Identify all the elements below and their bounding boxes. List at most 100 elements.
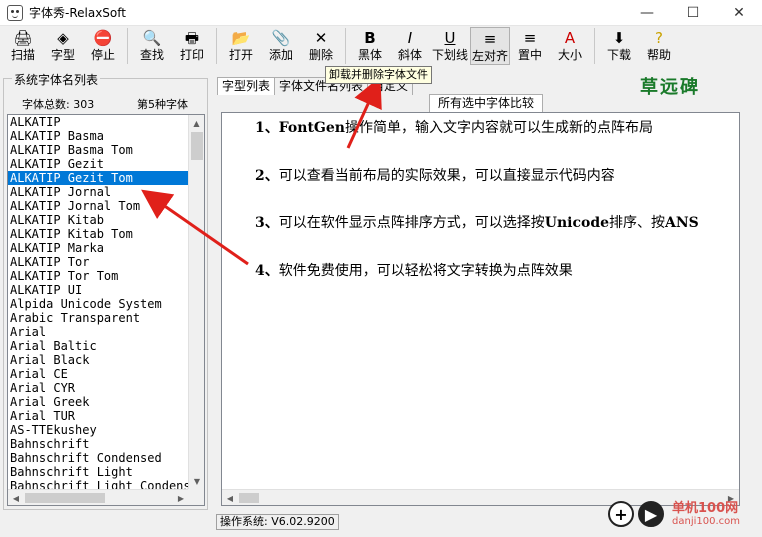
bold-label: 黑体 <box>357 48 382 62</box>
scroll-left-icon[interactable]: ◀ <box>8 490 24 505</box>
paragraph-bold: Unicode <box>544 215 610 231</box>
underline-icon: U <box>444 29 456 47</box>
center-button[interactable]: ≡ 置中 <box>510 27 550 65</box>
scroll-up-icon[interactable]: ▲ <box>189 115 204 131</box>
stop-button[interactable]: ⛔ 停止 <box>83 27 123 65</box>
scroll-right-icon[interactable]: ▶ <box>173 490 189 505</box>
paragraph-bold: FontGen <box>278 120 345 136</box>
paragraph-bold: ANS <box>665 215 699 231</box>
align-left-label: 左对齐 <box>471 49 508 63</box>
font-list-item[interactable]: ALKATIP Basma <box>8 129 189 143</box>
scroll-left-icon[interactable]: ◀ <box>222 490 238 505</box>
font-list-item[interactable]: ALKATIP Kitab <box>8 213 189 227</box>
font-list-item[interactable]: Bahnschrift Light <box>8 465 189 479</box>
size-label: 大小 <box>557 48 582 62</box>
font-list-item[interactable]: ALKATIP Basma Tom <box>8 143 189 157</box>
font-list-item[interactable]: Arial CE <box>8 367 189 381</box>
font-list-item[interactable]: ALKATIP Tor <box>8 255 189 269</box>
stop-label: 停止 <box>90 48 115 62</box>
font-list-item[interactable]: Bahnschrift <box>8 437 189 451</box>
font-list-item[interactable]: Arabic Transparent <box>8 311 189 325</box>
font-list-item[interactable]: ALKATIP Jornal Tom <box>8 199 189 213</box>
horizontal-scrollbar[interactable]: ◀ ▶ <box>8 489 189 505</box>
font-list-item[interactable]: ALKATIP Jornal <box>8 185 189 199</box>
font-list-item[interactable]: Arial CYR <box>8 381 189 395</box>
download-button[interactable]: ⬇ 下载 <box>599 27 639 65</box>
watermark-cn: 单机100网 <box>672 500 739 516</box>
toolbar-separator <box>127 28 128 64</box>
paragraph-text: 可以在软件显示点阵排序方式，可以选择按 <box>278 215 545 231</box>
add-button[interactable]: 📎 添加 <box>261 27 301 65</box>
minimize-button[interactable]: — <box>624 0 670 26</box>
font-listbox[interactable]: ALKATIP ALKATIP Basma ALKATIP Basma Tom ALK… <box>7 114 205 506</box>
toolbar-separator <box>594 28 595 64</box>
scroll-corner <box>188 489 204 505</box>
scan-label: 扫描 <box>10 48 35 62</box>
hscroll-thumb[interactable] <box>239 493 259 503</box>
font-list-item[interactable]: Bahnschrift Condensed <box>8 451 189 465</box>
font-list-item[interactable]: Bahnschrift Light Condensed <box>8 479 189 489</box>
italic-label: 斜体 <box>397 48 422 62</box>
font-list-item[interactable]: Arial Greek <box>8 395 189 409</box>
font-list-item[interactable]: ALKATIP UI <box>8 283 189 297</box>
paperclip-icon: 📎 <box>271 29 291 47</box>
find-button[interactable]: 🔍 查找 <box>132 27 172 65</box>
font-list-items: ALKATIP ALKATIP Basma ALKATIP Basma Tom ALK… <box>8 115 189 489</box>
font-list-item[interactable]: Arial <box>8 325 189 339</box>
font-list-item[interactable]: Arial Baltic <box>8 339 189 353</box>
plus-circle-icon: + <box>608 501 634 527</box>
bold-button[interactable]: B 黑体 <box>350 27 390 65</box>
maximize-button[interactable]: ☐ <box>670 0 716 26</box>
os-status: 操作系统: V6.02.9200 <box>216 514 339 530</box>
delete-x-icon: ✕ <box>314 29 328 47</box>
italic-button[interactable]: I 斜体 <box>390 27 430 65</box>
font-index-label: 第5种字体 <box>137 98 188 111</box>
underline-button[interactable]: U 下划线 <box>430 27 470 65</box>
font-list-item[interactable]: ALKATIP Kitab Tom <box>8 227 189 241</box>
font-button[interactable]: ◈ 字型 <box>43 27 83 65</box>
align-left-button[interactable]: ≡ 左对齐 <box>470 27 510 65</box>
tab-compare-selected[interactable]: 所有选中字体比较 <box>429 94 544 112</box>
font-list-item[interactable]: ALKATIP Marka <box>8 241 189 255</box>
close-button[interactable]: ✕ <box>716 0 762 26</box>
paragraph-number: 1、 <box>255 120 279 136</box>
download-icon: ⬇ <box>612 29 626 47</box>
paragraph-3: 3、可以在软件显示点阵排序方式，可以选择按Unicode排序、按ANS <box>255 212 699 232</box>
group-title: 系统字体名列表 <box>12 71 101 88</box>
font-list-item[interactable]: ALKATIP Gezit <box>8 157 189 171</box>
font-list-item[interactable]: Alpida Unicode System <box>8 297 189 311</box>
size-button[interactable]: A 大小 <box>550 27 590 65</box>
find-icon: 🔍 <box>142 29 162 47</box>
align-left-icon: ≡ <box>483 30 497 48</box>
bold-icon: B <box>364 29 376 47</box>
help-button[interactable]: ? 帮助 <box>639 27 679 65</box>
add-label: 添加 <box>268 48 293 62</box>
download-label: 下载 <box>606 48 631 62</box>
scroll-down-icon[interactable]: ▼ <box>189 473 204 489</box>
scroll-thumb[interactable] <box>191 132 203 160</box>
scan-button[interactable]: 🖨 扫描 <box>3 27 43 65</box>
tab-font-list[interactable]: 字型列表 <box>217 77 276 95</box>
toolbar-separator <box>216 28 217 64</box>
open-button[interactable]: 📂 打开 <box>221 27 261 65</box>
tooltip: 卸载并删除字体文件 <box>325 66 432 84</box>
center-label: 置中 <box>517 48 542 62</box>
print-button[interactable]: 🖶 打印 <box>172 27 212 65</box>
font-list-item[interactable]: Arial Black <box>8 353 189 367</box>
scan-icon: 🖨 <box>13 29 33 47</box>
preview-area[interactable]: 1、FontGen操作简单，输入文字内容就可以生成新的点阵布局 2、可以查看当前… <box>221 112 740 506</box>
paragraph-4: 4、软件免费使用，可以轻松将文字转换为点阵效果 <box>255 260 573 280</box>
font-list-item[interactable]: ALKATIP <box>8 115 189 129</box>
stop-icon: ⛔ <box>93 29 113 47</box>
help-icon: ? <box>655 29 663 47</box>
font-list-item[interactable]: AS-TTEkushey <box>8 423 189 437</box>
font-icon: ◈ <box>57 29 69 47</box>
font-list-item[interactable]: ALKATIP Gezit Tom <box>8 171 189 185</box>
vertical-scrollbar[interactable]: ▲ ▼ <box>188 115 204 489</box>
font-list-item[interactable]: ALKATIP Tor Tom <box>8 269 189 283</box>
hscroll-thumb[interactable] <box>25 493 105 503</box>
font-list-item[interactable]: Arial TUR <box>8 409 189 423</box>
italic-icon: I <box>407 29 413 47</box>
paragraph-text: 排序、按 <box>609 215 666 231</box>
delete-button[interactable]: ✕ 删除 <box>301 27 341 65</box>
